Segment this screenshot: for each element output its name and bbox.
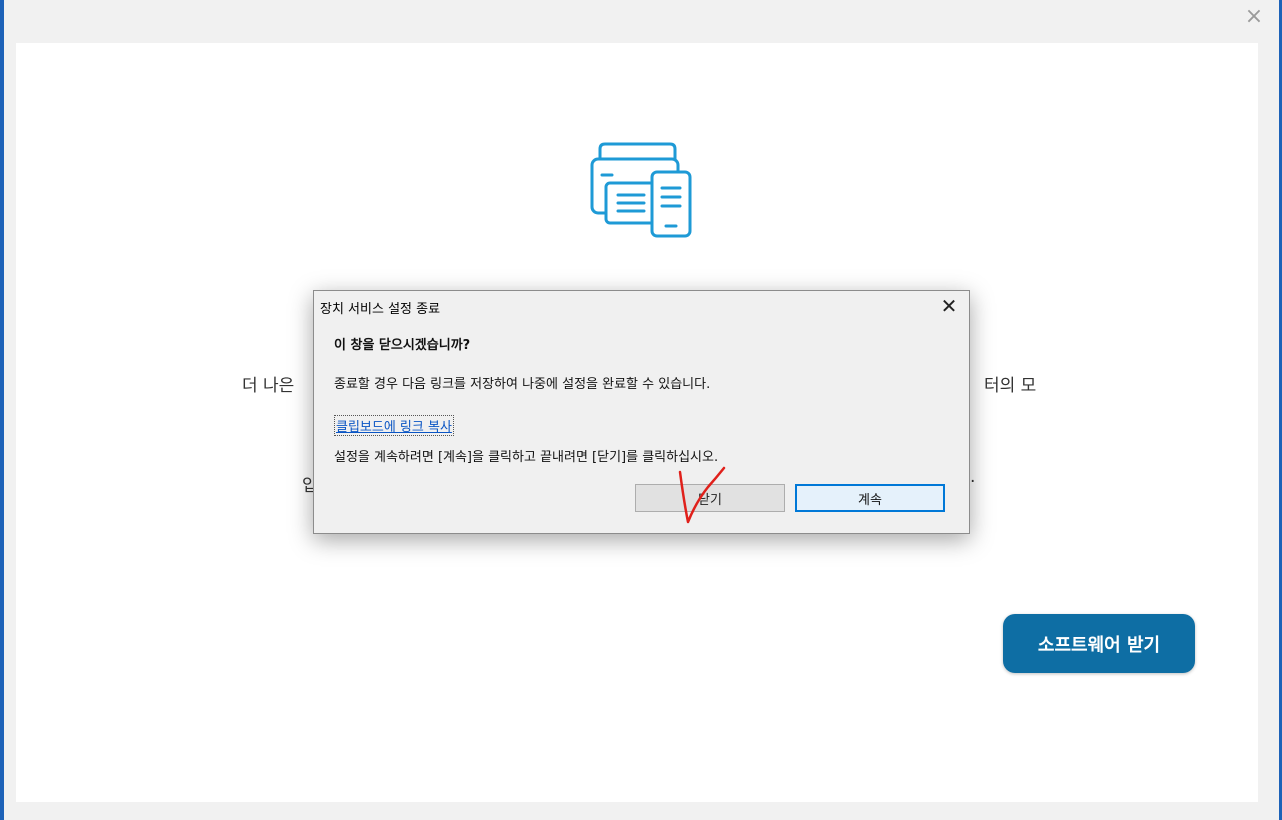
dialog-title: 장치 서비스 설정 종료 — [320, 302, 441, 317]
exit-setup-dialog: 장치 서비스 설정 종료 ✕ 이 창을 닫으시겠습니까? 종료할 경우 다음 링… — [313, 290, 970, 534]
dialog-message: 종료할 경우 다음 링크를 저장하여 나중에 설정을 완료할 수 있습니다. — [334, 377, 711, 392]
printer-phone-icon — [590, 142, 692, 238]
close-button[interactable]: 닫기 — [635, 484, 785, 512]
dialog-instruction: 설정을 계속하려면 [계속]을 클릭하고 끝내려면 [닫기]를 클릭하십시오. — [334, 450, 719, 465]
background-text-left: 더 나은 — [242, 376, 295, 396]
window-close-icon[interactable]: × — [1243, 6, 1265, 28]
copy-link-link[interactable]: 클립보드에 링크 복사 — [334, 415, 454, 436]
dialog-heading: 이 창을 닫으시겠습니까? — [334, 338, 471, 353]
get-software-button[interactable]: 소프트웨어 받기 — [1003, 614, 1195, 673]
background-text-right-2: . — [970, 467, 976, 487]
dialog-close-icon[interactable]: ✕ — [937, 294, 961, 318]
continue-button[interactable]: 계속 — [795, 484, 945, 512]
background-text-right: 터의 모 — [984, 376, 1037, 396]
